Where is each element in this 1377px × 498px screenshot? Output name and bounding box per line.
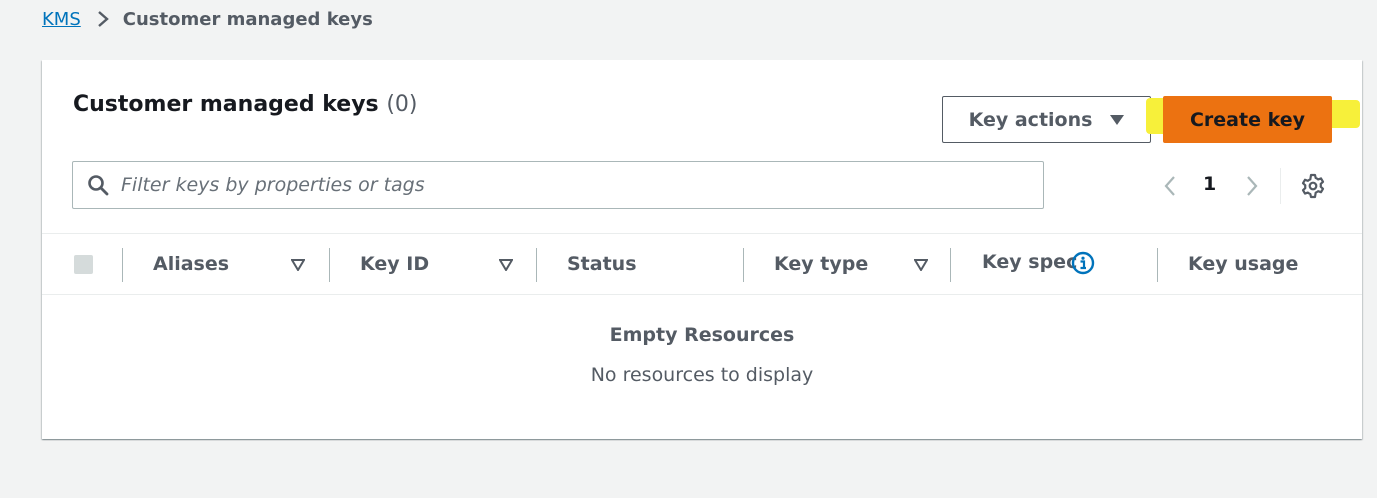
key-actions-dropdown[interactable]: Key actions: [942, 96, 1151, 143]
info-icon[interactable]: [1071, 251, 1095, 275]
caret-down-icon: [1110, 114, 1125, 125]
empty-state-title: Empty Resources: [609, 324, 795, 346]
chevron-left-icon[interactable]: [1160, 172, 1180, 200]
column-divider[interactable]: [536, 248, 537, 282]
settings-gear-icon[interactable]: [1300, 173, 1326, 199]
create-key-button[interactable]: Create key: [1163, 96, 1332, 143]
highlight-mark-left: [1146, 98, 1164, 134]
highlight-mark-right: [1330, 100, 1360, 128]
filter-input[interactable]: [121, 174, 1043, 196]
column-divider[interactable]: [1157, 248, 1158, 282]
breadcrumb-kms-link[interactable]: KMS: [42, 9, 81, 30]
column-divider[interactable]: [950, 248, 951, 282]
column-header-key-type[interactable]: Key type: [774, 253, 868, 275]
breadcrumb-current: Customer managed keys: [122, 8, 373, 30]
key-actions-label: Key actions: [968, 108, 1093, 131]
column-divider[interactable]: [329, 248, 330, 282]
column-header-aliases[interactable]: Aliases: [153, 253, 229, 275]
column-header-key-usage[interactable]: Key usage: [1188, 253, 1298, 275]
search-icon: [88, 175, 109, 196]
filter-search-box: [72, 161, 1044, 209]
column-header-key-spec[interactable]: Key spec: [982, 251, 1077, 273]
breadcrumb: KMS Customer managed keys: [42, 8, 373, 30]
page-title: Customer managed keys (0): [73, 92, 417, 117]
chevron-right-page-icon[interactable]: [1242, 172, 1262, 200]
column-header-key-id[interactable]: Key ID: [360, 253, 429, 275]
panel-title-text: Customer managed keys: [73, 92, 379, 117]
sort-icon[interactable]: [914, 259, 928, 271]
column-divider: [122, 248, 123, 282]
column-divider[interactable]: [743, 248, 744, 282]
select-all-checkbox[interactable]: [74, 255, 93, 274]
table-header: Aliases Key ID Status Key type Key spec …: [42, 233, 1362, 295]
sort-icon[interactable]: [291, 259, 305, 271]
column-header-status[interactable]: Status: [567, 253, 637, 275]
page-number[interactable]: 1: [1203, 173, 1216, 195]
pagination-divider: [1280, 168, 1281, 204]
sort-icon[interactable]: [499, 259, 513, 271]
empty-state-message: No resources to display: [590, 364, 814, 386]
key-count: (0): [386, 92, 418, 117]
keys-panel: Customer managed keys (0) Key actions Cr…: [42, 60, 1362, 439]
chevron-right-icon: [97, 10, 109, 28]
